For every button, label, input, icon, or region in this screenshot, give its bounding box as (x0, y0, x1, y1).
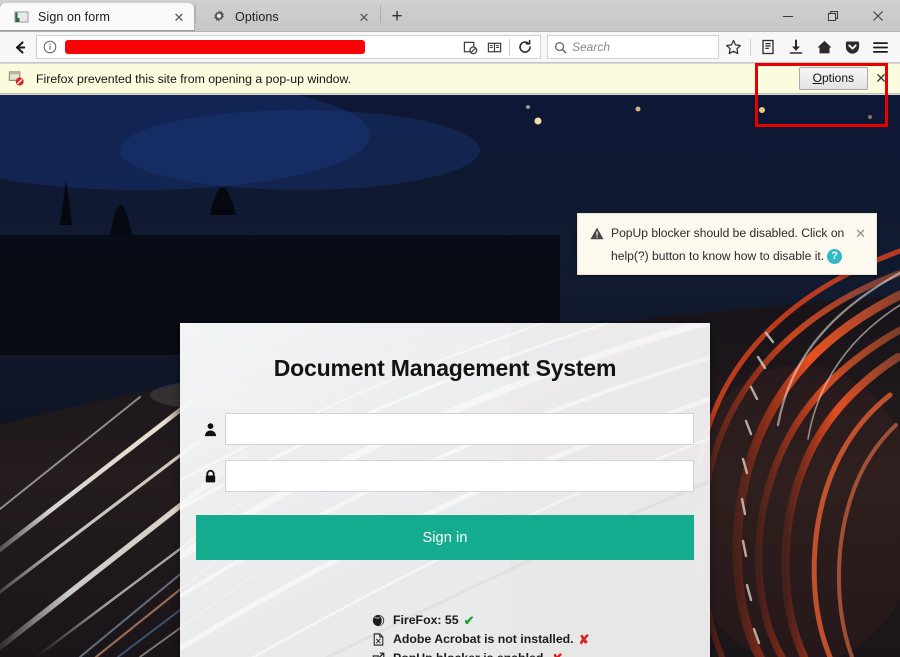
environment-status-list: FireFox: 55 ✔ Adobe Acrobat is not insta… (196, 611, 694, 657)
notification-actions: Options ✕ (798, 67, 894, 91)
notification-close-icon[interactable]: ✕ (868, 67, 894, 91)
popup-blocked-icon (8, 70, 28, 87)
menu-icon[interactable] (866, 34, 894, 60)
popup-blocked-notification-bar: Firefox prevented this site from opening… (0, 64, 900, 94)
url-text-redacted (65, 40, 365, 54)
page-action-blocked-icon[interactable] (458, 36, 482, 58)
status-row: FireFox: 55 ✔ (372, 611, 694, 630)
close-window-button[interactable] (855, 0, 900, 31)
tab-options[interactable]: Options ✕ (197, 3, 379, 31)
status-mark-bad: ✘ (578, 632, 590, 647)
firefox-globe-icon (372, 614, 388, 627)
lock-icon (196, 460, 225, 492)
toolbar-divider (509, 38, 510, 56)
username-input[interactable] (225, 413, 694, 445)
tab-close-icon[interactable]: ✕ (355, 8, 373, 26)
notification-message: Firefox prevented this site from opening… (36, 71, 352, 86)
tooltip-close-icon[interactable]: ✕ (855, 224, 866, 244)
url-bar-icons (458, 36, 540, 58)
page-favicon-icon (14, 9, 30, 25)
home-icon[interactable] (810, 34, 838, 60)
status-row: Adobe Acrobat is not installed. ✘ (372, 630, 694, 649)
bookmark-star-icon[interactable] (719, 34, 747, 60)
new-tab-button[interactable]: + (382, 4, 412, 30)
search-placeholder: Search (572, 40, 611, 54)
popup-blocker-warning-tooltip: PopUp blocker should be disabled. Click … (577, 213, 877, 275)
search-icon (548, 41, 572, 54)
tab-bar: Sign on form ✕ Options ✕ + (0, 0, 900, 32)
status-label: FireFox: 55 (393, 613, 459, 627)
tooltip-line-2: help(?) button to know how to disable it… (590, 246, 866, 266)
toolbar-divider (750, 38, 751, 56)
help-question-icon[interactable]: ? (827, 248, 843, 264)
tab-sign-on-form[interactable]: Sign on form ✕ (0, 3, 194, 31)
pdf-file-icon (372, 633, 388, 646)
url-bar[interactable] (36, 35, 541, 59)
status-label: Adobe Acrobat is not installed. (393, 632, 574, 646)
password-field-row (196, 460, 694, 492)
minimize-button[interactable] (765, 0, 810, 31)
options-accesskey: O (812, 71, 822, 85)
page-content: Document Management System Sign in FireF… (0, 95, 900, 657)
status-mark-ok: ✔ (463, 613, 475, 628)
tab-separator (195, 5, 196, 23)
tab-separator (380, 5, 381, 23)
status-label: PopUp blocker is enabled. (393, 649, 547, 657)
browser-window: Sign on form ✕ Options ✕ + Search Firefo… (0, 0, 900, 657)
pocket-icon[interactable] (838, 34, 866, 60)
tab-title: Sign on form (38, 10, 111, 24)
warning-triangle-icon (590, 226, 606, 246)
reader-view-icon[interactable] (482, 36, 506, 58)
tooltip-text-line1: PopUp blocker should be disabled. Click … (611, 226, 845, 240)
options-label-rest: ptions (821, 71, 854, 85)
tab-close-icon[interactable]: ✕ (170, 8, 188, 26)
window-controls (765, 0, 900, 31)
tab-title: Options (235, 10, 279, 24)
password-input[interactable] (225, 460, 694, 492)
downloads-icon[interactable] (782, 34, 810, 60)
popup-window-icon (372, 652, 388, 657)
site-identity-icon[interactable] (37, 36, 63, 58)
sign-in-button[interactable]: Sign in (196, 515, 694, 560)
tooltip-text-line2: help(?) button to know how to disable it… (611, 249, 825, 263)
status-row: PopUp blocker is enabled. ✘ (372, 649, 694, 657)
gear-icon (211, 9, 227, 25)
username-field-row (196, 413, 694, 445)
reload-button[interactable] (513, 36, 537, 58)
tooltip-line-1: PopUp blocker should be disabled. Click … (590, 223, 866, 246)
navigation-toolbar: Search (0, 32, 900, 63)
back-button[interactable] (6, 34, 34, 60)
user-icon (196, 413, 225, 445)
status-mark-bad: ✘ (552, 649, 563, 657)
page-title: Document Management System (273, 355, 617, 381)
login-card-content: Document Management System Sign in FireF… (180, 323, 710, 657)
restore-button[interactable] (810, 0, 855, 31)
login-card: Document Management System Sign in FireF… (180, 323, 710, 657)
popup-options-button[interactable]: Options (798, 67, 868, 90)
library-icon[interactable] (754, 34, 782, 60)
search-bar[interactable]: Search (547, 35, 719, 59)
